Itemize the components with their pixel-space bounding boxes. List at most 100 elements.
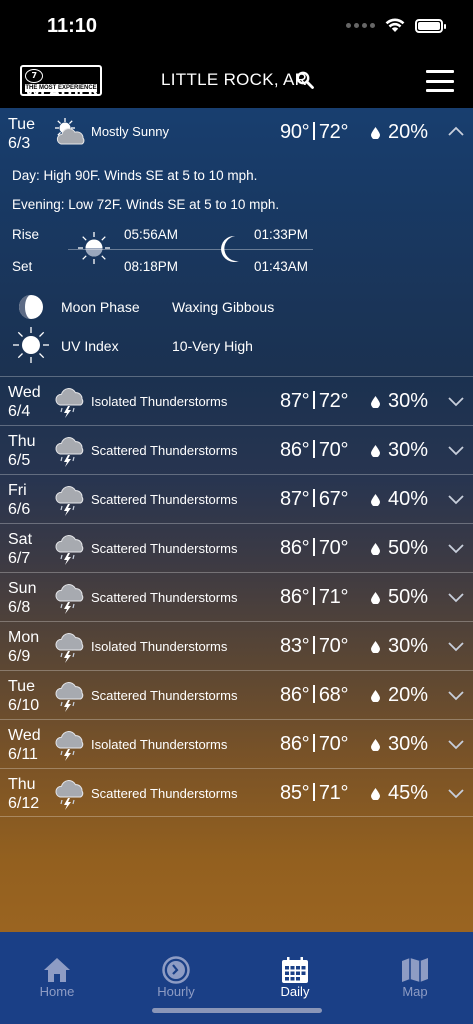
day-label: Wed 6/11 [8, 727, 41, 763]
forecast-day-row[interactable]: Thu 6/12 Scattered Thunderstorms 85° 71° … [0, 768, 473, 817]
precip-chance: 45% [388, 782, 429, 804]
condition-text: Scattered Thunderstorms [91, 443, 238, 458]
thunderstorm-icon [55, 437, 84, 467]
cellular-signal-icon [346, 23, 375, 28]
tab-label: Map [402, 984, 428, 999]
tab-home[interactable]: Home [0, 932, 116, 1012]
calendar-icon [282, 957, 308, 983]
temperature-range: 86° 68° [280, 684, 349, 706]
today-expanded-card: Tue 6/3 Mostly Sunny 90° 72° 20% Day: Hig… [0, 108, 473, 376]
tab-map[interactable]: Map [356, 932, 473, 1012]
forecast-day-row[interactable]: Wed 6/11 Isolated Thunderstorms 86° 70° 3… [0, 719, 473, 768]
tab-daily[interactable]: Daily [236, 932, 354, 1012]
chevron-down-icon[interactable] [448, 640, 464, 652]
precip-chance: 30% [388, 390, 429, 412]
moonset-time: 01:43AM [254, 259, 309, 274]
thunderstorm-icon [55, 388, 84, 418]
precip-chance: 50% [388, 537, 429, 559]
battery-icon [415, 18, 446, 33]
day-label: Tue 6/3 [8, 116, 35, 152]
hamburger-menu-icon[interactable] [426, 70, 454, 92]
search-icon[interactable] [296, 71, 314, 89]
condition-text: Scattered Thunderstorms [91, 590, 238, 605]
moon-phase-value: Waxing Gibbous [172, 299, 275, 315]
temperature-range: 83° 70° [280, 635, 349, 657]
forecast-day-row[interactable]: Wed 6/4 Isolated Thunderstorms 87° 72° 30… [0, 376, 473, 425]
precip-chance: 50% [388, 586, 429, 608]
sunset-time: 08:18PM [124, 259, 179, 274]
day-label: Sun 6/8 [8, 580, 37, 616]
day-label: Thu 6/12 [8, 776, 40, 812]
uv-sun-icon [13, 327, 49, 363]
condition-text: Scattered Thunderstorms [91, 492, 238, 507]
day-label: Fri 6/6 [8, 482, 31, 518]
temperature-range: 86° 70° [280, 733, 349, 755]
evening-detail-text: Evening: Low 72F. Winds SE at 5 to 10 mp… [12, 197, 280, 212]
raindrop-icon [371, 788, 380, 800]
daily-forecast-list: Wed 6/4 Isolated Thunderstorms 87° 72° 30… [0, 376, 473, 817]
forecast-day-row[interactable]: Fri 6/6 Scattered Thunderstorms 87° 67° 4… [0, 474, 473, 523]
raindrop-icon [371, 690, 380, 702]
moon-phase-icon [19, 295, 43, 319]
today-row-header[interactable]: Tue 6/3 Mostly Sunny 90° 72° 20% [0, 108, 473, 156]
chevron-down-icon[interactable] [448, 542, 464, 554]
chevron-down-icon[interactable] [448, 738, 464, 750]
chevron-down-icon[interactable] [448, 787, 464, 799]
location-title[interactable]: LITTLE ROCK, AR [161, 70, 307, 90]
status-icons [346, 18, 446, 33]
raindrop-icon [371, 396, 380, 408]
chevron-up-icon[interactable] [448, 125, 464, 137]
chevron-down-icon[interactable] [448, 689, 464, 701]
day-detail-text: Day: High 90F. Winds SE at 5 to 10 mph. [12, 168, 258, 183]
day-label: Sat 6/7 [8, 531, 33, 567]
temperature-range: 90° 72° [280, 121, 349, 143]
forecast-day-row[interactable]: Mon 6/9 Isolated Thunderstorms 83° 70° 30… [0, 621, 473, 670]
raindrop-icon [371, 494, 380, 506]
rise-label: Rise [12, 227, 40, 242]
chevron-down-icon[interactable] [448, 493, 464, 505]
channel-logo[interactable]: 7WEATHER THE MOST EXPERIENCE [20, 65, 102, 100]
sun-moon-divider-line [68, 249, 313, 250]
forecast-day-row[interactable]: Sat 6/7 Scattered Thunderstorms 86° 70° 5… [0, 523, 473, 572]
thunderstorm-icon [55, 486, 84, 516]
temperature-range: 87° 72° [280, 390, 349, 412]
condition-text: Scattered Thunderstorms [91, 688, 238, 703]
day-label: Thu 6/5 [8, 433, 36, 469]
moonrise-time: 01:33PM [254, 227, 309, 242]
forecast-day-row[interactable]: Thu 6/5 Scattered Thunderstorms 86° 70° 3… [0, 425, 473, 474]
condition-text: Scattered Thunderstorms [91, 786, 238, 801]
wifi-icon [385, 18, 405, 32]
raindrop-icon [371, 641, 380, 653]
status-bar: 11:10 [0, 0, 473, 54]
chevron-down-icon[interactable] [448, 591, 464, 603]
raindrop-icon [371, 127, 380, 139]
condition-text: Isolated Thunderstorms [91, 394, 228, 409]
tab-hourly[interactable]: Hourly [117, 932, 235, 1012]
thunderstorm-icon [55, 535, 84, 565]
chevron-down-icon[interactable] [448, 395, 464, 407]
temperature-range: 86° 70° [280, 537, 349, 559]
tab-label: Hourly [157, 984, 195, 999]
precip-chance: 20% [388, 121, 429, 143]
temperature-range: 86° 70° [280, 439, 349, 461]
condition-text: Isolated Thunderstorms [91, 639, 228, 654]
tab-label: Daily [280, 984, 310, 999]
thunderstorm-icon [55, 584, 84, 614]
forecast-day-row[interactable]: Sun 6/8 Scattered Thunderstorms 86° 71° 5… [0, 572, 473, 621]
day-label: Wed 6/4 [8, 384, 41, 420]
chevron-down-icon[interactable] [448, 444, 464, 456]
uv-index-label: UV Index [61, 338, 119, 354]
precip-chance: 30% [388, 733, 429, 755]
home-indicator [152, 1008, 322, 1013]
condition-text: Scattered Thunderstorms [91, 541, 238, 556]
moon-phase-label: Moon Phase [61, 299, 140, 315]
raindrop-icon [371, 445, 380, 457]
sunrise-sun-icon [78, 232, 110, 264]
temperature-range: 86° 71° [280, 586, 349, 608]
forecast-day-row[interactable]: Tue 6/10 Scattered Thunderstorms 86° 68° … [0, 670, 473, 719]
app-header: 7WEATHER THE MOST EXPERIENCE LITTLE ROCK… [0, 54, 473, 108]
thunderstorm-icon [55, 731, 84, 761]
logo-subtitle: THE MOST EXPERIENCE [25, 84, 97, 92]
home-icon [44, 958, 70, 982]
day-label: Mon 6/9 [8, 629, 40, 665]
